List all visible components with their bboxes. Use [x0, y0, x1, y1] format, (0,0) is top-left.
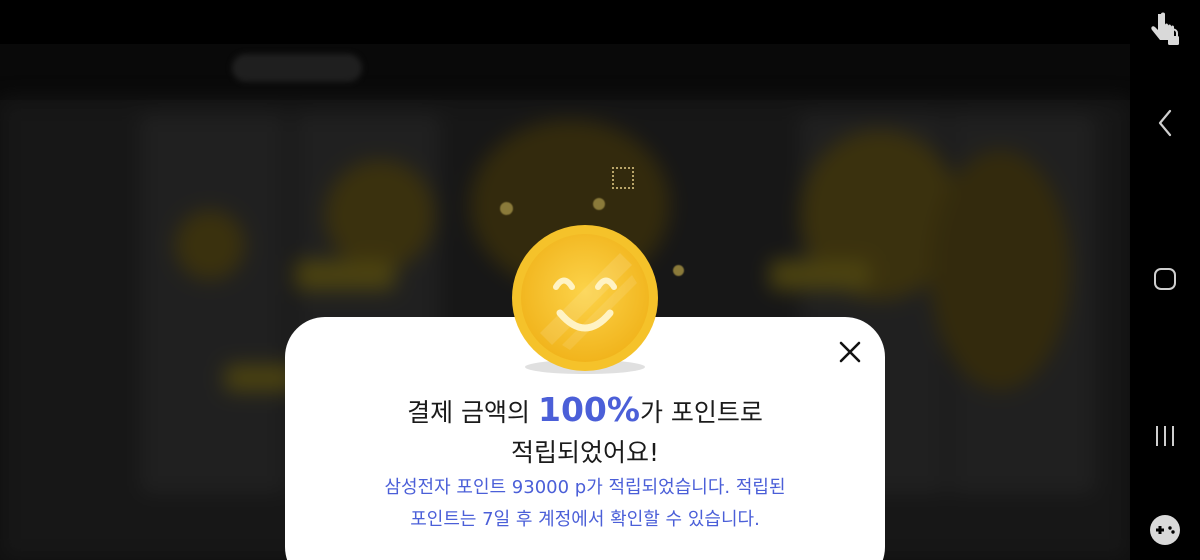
status-bar: [0, 0, 1130, 44]
game-controller-icon: [1150, 515, 1180, 545]
sparkle-effect: [500, 202, 513, 215]
headline-line-1: 결제 금액의 100%가 포인트로: [285, 390, 885, 433]
recent-apps-icon: [1156, 426, 1174, 446]
close-button[interactable]: [830, 334, 870, 370]
sparkle-effect: [593, 198, 605, 210]
navigation-bar: [1130, 0, 1200, 560]
close-icon: [839, 341, 861, 363]
home-icon: [1154, 268, 1176, 290]
touch-lock-button[interactable]: [1130, 0, 1200, 60]
dialog-headline: 결제 금액의 100%가 포인트로 적립되었어요!: [285, 390, 885, 473]
headline-text: 가 포인트로: [639, 398, 763, 427]
screen: 결제 금액의 100%가 포인트로 적립되었어요! 삼성전자 포인트 93000…: [0, 0, 1200, 560]
sparkle-effect: [612, 167, 634, 189]
recent-apps-button[interactable]: [1130, 406, 1200, 466]
touch-lock-icon: [1151, 12, 1179, 45]
back-button[interactable]: [1130, 93, 1200, 153]
headline-percent: 100%: [538, 390, 640, 429]
headline-text: 결제 금액의: [407, 398, 538, 427]
description-line-2: 포인트는 7일 후 계정에서 확인할 수 있습니다.: [410, 509, 760, 530]
headline-line-2: 적립되었어요!: [510, 438, 660, 467]
smiley-coin-icon: [510, 223, 660, 373]
dialog-description: 삼성전자 포인트 93000 p가 적립되었습니다. 적립된 포인트는 7일 후…: [285, 472, 885, 536]
home-button[interactable]: [1130, 249, 1200, 309]
sparkle-effect: [673, 265, 684, 276]
game-tools-button[interactable]: [1130, 500, 1200, 560]
back-icon: [1158, 109, 1172, 137]
description-line-1: 삼성전자 포인트 93000 p가 적립되었습니다. 적립된: [384, 477, 786, 498]
